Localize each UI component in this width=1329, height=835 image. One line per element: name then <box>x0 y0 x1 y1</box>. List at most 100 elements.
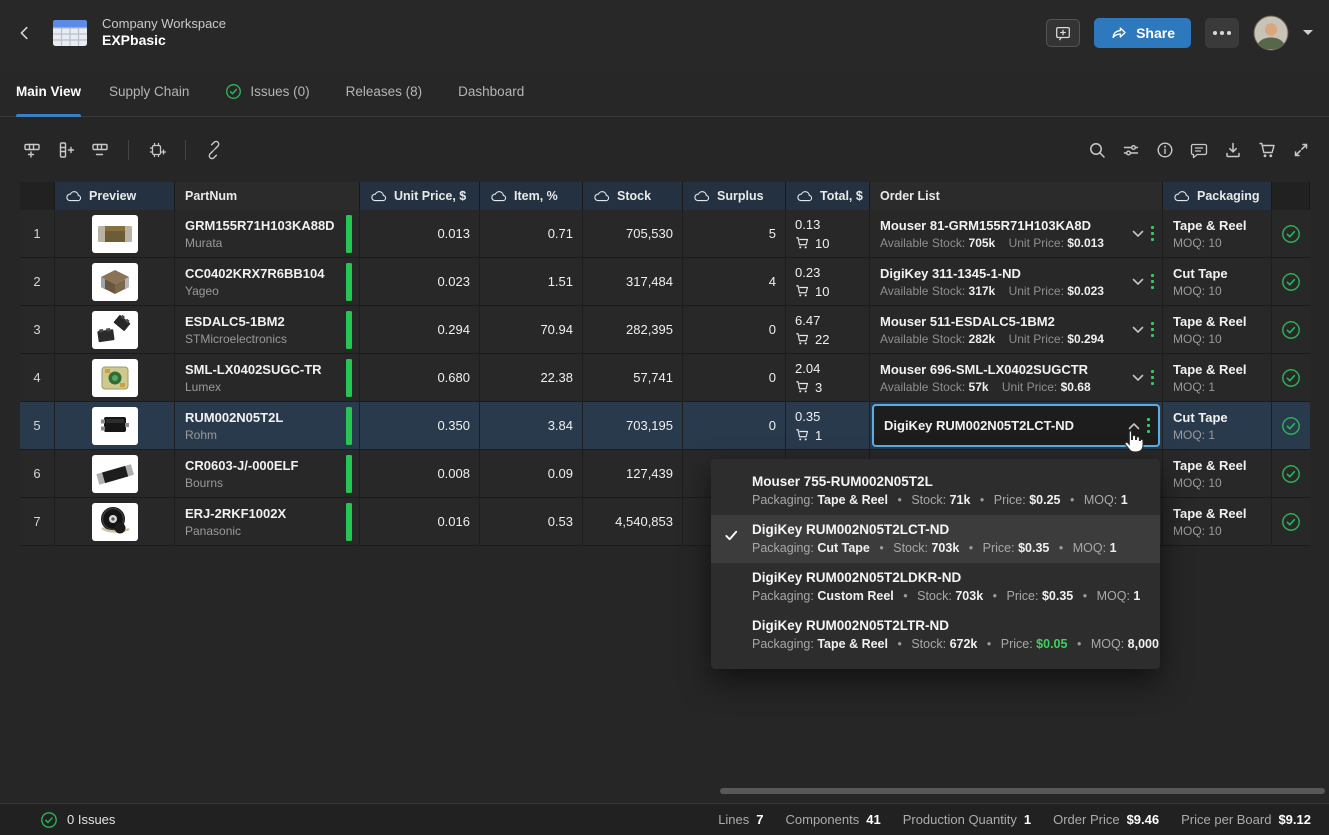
kebab-menu-icon[interactable] <box>1151 274 1155 290</box>
filter-button[interactable] <box>1117 136 1145 164</box>
unit-price-cell[interactable]: 0.294 <box>360 306 480 353</box>
stock-cell[interactable]: 4,540,853 <box>583 498 683 545</box>
partnum-cell[interactable]: CC0402KRX7R6BB104 Yageo <box>175 258 360 305</box>
column-header[interactable]: Unit Price, $ <box>360 182 480 210</box>
table-row[interactable]: 1 GRM155R71H103KA88D Murata 0.013 0.71 7… <box>20 210 1310 258</box>
order-list-cell[interactable]: Mouser 511-ESDALC5-1BM2 Available Stock:… <box>870 306 1163 353</box>
total-cell[interactable]: 0.13 10 <box>786 210 870 257</box>
caret-down-icon[interactable] <box>1303 30 1313 36</box>
kebab-menu-icon[interactable] <box>1151 322 1155 338</box>
packaging-cell[interactable]: Tape & Reel MOQ: 10 <box>1163 210 1272 257</box>
order-select[interactable]: DigiKey RUM002N05T2LCT-ND Available Stoc… <box>872 404 1160 447</box>
unit-price-cell[interactable]: 0.680 <box>360 354 480 401</box>
unit-price-cell[interactable]: 0.023 <box>360 258 480 305</box>
unit-price-cell[interactable]: 0.350 <box>360 402 480 449</box>
order-select[interactable]: Mouser 511-ESDALC5-1BM2 Available Stock:… <box>870 306 1162 353</box>
packaging-cell[interactable]: Tape & Reel MOQ: 10 <box>1163 450 1272 497</box>
comments-button[interactable] <box>1185 136 1213 164</box>
cart-button[interactable] <box>1253 136 1281 164</box>
order-select[interactable]: Mouser 696-SML-LX0402SUGCTR Available St… <box>870 354 1162 401</box>
packaging-cell[interactable]: Cut Tape MOQ: 1 <box>1163 402 1272 449</box>
more-button[interactable] <box>1205 18 1239 48</box>
column-header[interactable] <box>1272 182 1310 210</box>
download-button[interactable] <box>1219 136 1247 164</box>
share-button[interactable]: Share <box>1094 18 1191 48</box>
total-cell[interactable]: 0.23 10 <box>786 258 870 305</box>
item-percent-cell[interactable]: 1.51 <box>480 258 583 305</box>
table-row[interactable]: 3 ESDALC5-1BM2 STMicroelectronics 0.294 … <box>20 306 1310 354</box>
column-header[interactable]: Stock <box>583 182 683 210</box>
expand-button[interactable] <box>1287 136 1315 164</box>
partnum-cell[interactable]: ERJ-2RKF1002X Panasonic <box>175 498 360 545</box>
partnum-cell[interactable]: RUM002N05T2L Rohm <box>175 402 360 449</box>
partnum-cell[interactable]: ESDALC5-1BM2 STMicroelectronics <box>175 306 360 353</box>
stock-cell[interactable]: 127,439 <box>583 450 683 497</box>
part-preview-cell[interactable] <box>55 306 175 353</box>
item-percent-cell[interactable]: 0.09 <box>480 450 583 497</box>
unit-price-cell[interactable]: 0.016 <box>360 498 480 545</box>
surplus-cell[interactable]: 5 <box>683 210 786 257</box>
chevron-down-icon[interactable] <box>1132 278 1144 286</box>
column-header[interactable]: Surplus <box>683 182 786 210</box>
tab-main-view[interactable]: Main View <box>16 66 81 116</box>
order-select[interactable]: Mouser 81-GRM155R71H103KA8D Available St… <box>870 210 1162 257</box>
column-header[interactable] <box>20 182 55 210</box>
column-header[interactable]: Total, $ <box>786 182 870 210</box>
chevron-down-icon[interactable] <box>1128 422 1140 430</box>
item-percent-cell[interactable]: 0.53 <box>480 498 583 545</box>
total-cell[interactable]: 6.47 22 <box>786 306 870 353</box>
table-row[interactable]: 5 RUM002N05T2L Rohm 0.350 3.84 703,195 0… <box>20 402 1310 450</box>
item-percent-cell[interactable]: 70.94 <box>480 306 583 353</box>
packaging-cell[interactable]: Tape & Reel MOQ: 10 <box>1163 498 1272 545</box>
unlink-button[interactable] <box>200 136 228 164</box>
kebab-menu-icon[interactable] <box>1151 370 1155 386</box>
info-button[interactable] <box>1151 136 1179 164</box>
column-header[interactable]: PartNum <box>175 182 360 210</box>
horizontal-scrollbar[interactable] <box>720 788 1325 794</box>
add-component-button[interactable] <box>143 136 171 164</box>
partnum-cell[interactable]: SML-LX0402SUGC-TR Lumex <box>175 354 360 401</box>
partnum-cell[interactable]: CR0603-J/-000ELF Bourns <box>175 450 360 497</box>
surplus-cell[interactable]: 0 <box>683 354 786 401</box>
item-percent-cell[interactable]: 3.84 <box>480 402 583 449</box>
kebab-menu-icon[interactable] <box>1147 418 1151 434</box>
avatar[interactable] <box>1253 15 1289 51</box>
tab-issues-0[interactable]: Issues (0) <box>225 66 317 116</box>
order-option[interactable]: DigiKey RUM002N05T2LDKR-ND Packaging: Cu… <box>711 563 1160 611</box>
table-row[interactable]: 4 SML-LX0402SUGC-TR Lumex 0.680 22.38 57… <box>20 354 1310 402</box>
total-cell[interactable]: 2.04 3 <box>786 354 870 401</box>
packaging-cell[interactable]: Tape & Reel MOQ: 10 <box>1163 306 1272 353</box>
unit-price-cell[interactable]: 0.008 <box>360 450 480 497</box>
table-row[interactable]: 2 CC0402KRX7R6BB104 Yageo 0.023 1.51 317… <box>20 258 1310 306</box>
order-list-cell[interactable]: Mouser 81-GRM155R71H103KA8D Available St… <box>870 210 1163 257</box>
unit-price-cell[interactable]: 0.013 <box>360 210 480 257</box>
order-select[interactable]: DigiKey 311-1345-1-ND Available Stock: 3… <box>870 258 1162 305</box>
total-cell[interactable]: 0.35 1 <box>786 402 870 449</box>
stock-cell[interactable]: 57,741 <box>583 354 683 401</box>
item-percent-cell[interactable]: 22.38 <box>480 354 583 401</box>
surplus-cell[interactable]: 0 <box>683 402 786 449</box>
feedback-button[interactable] <box>1046 19 1080 47</box>
part-preview-cell[interactable] <box>55 402 175 449</box>
partnum-cell[interactable]: GRM155R71H103KA88D Murata <box>175 210 360 257</box>
surplus-cell[interactable]: 4 <box>683 258 786 305</box>
part-preview-cell[interactable] <box>55 210 175 257</box>
tab-dashboard[interactable]: Dashboard <box>458 66 532 116</box>
order-list-cell[interactable]: Mouser 696-SML-LX0402SUGCTR Available St… <box>870 354 1163 401</box>
column-header[interactable]: Packaging <box>1163 182 1272 210</box>
stock-cell[interactable]: 703,195 <box>583 402 683 449</box>
remove-row-button[interactable] <box>86 136 114 164</box>
column-header[interactable]: Order List <box>870 182 1163 210</box>
part-preview-cell[interactable] <box>55 498 175 545</box>
order-list-cell[interactable]: DigiKey 311-1345-1-ND Available Stock: 3… <box>870 258 1163 305</box>
add-row-button[interactable] <box>18 136 46 164</box>
stock-cell[interactable]: 705,530 <box>583 210 683 257</box>
order-option[interactable]: DigiKey RUM002N05T2LCT-ND Packaging: Cut… <box>711 515 1160 563</box>
item-percent-cell[interactable]: 0.71 <box>480 210 583 257</box>
packaging-cell[interactable]: Cut Tape MOQ: 10 <box>1163 258 1272 305</box>
back-button[interactable] <box>10 18 40 48</box>
stock-cell[interactable]: 282,395 <box>583 306 683 353</box>
surplus-cell[interactable]: 0 <box>683 306 786 353</box>
column-header[interactable]: Item, % <box>480 182 583 210</box>
part-preview-cell[interactable] <box>55 450 175 497</box>
